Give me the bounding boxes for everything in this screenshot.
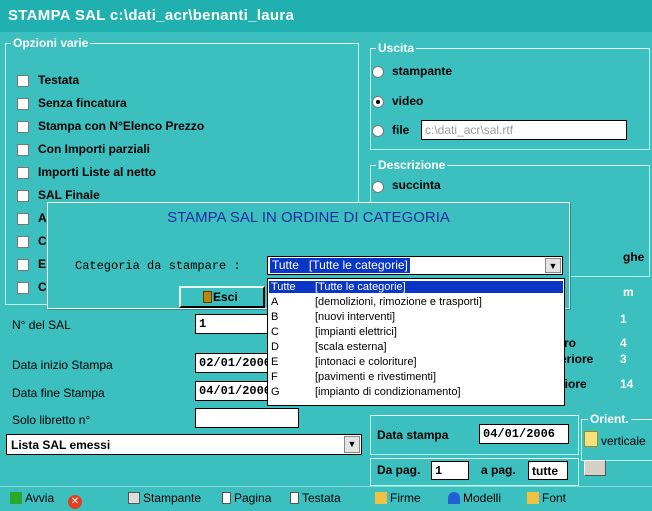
firme-button[interactable]: Firme [375, 491, 421, 507]
radio-file[interactable] [372, 125, 384, 137]
dropdown-item[interactable]: Tutte [Tutte le categorie] [269, 281, 563, 293]
close-icon: ✕ [68, 495, 82, 509]
bottom-toolbar: Avvia ✕ Stampante Pagina Testata Firme M… [0, 486, 652, 511]
lista-sal-label: Lista SAL emessi [11, 438, 111, 452]
page-icon [222, 492, 231, 504]
checkbox-label: Importi Liste al netto [38, 165, 157, 179]
n-sal-input[interactable]: 1 [195, 314, 275, 334]
portrait-icon[interactable] [584, 431, 598, 447]
play-icon [10, 492, 22, 504]
avvia-button[interactable]: Avvia [10, 491, 54, 507]
testata-button[interactable]: Testata [290, 491, 341, 507]
dropdown-item[interactable]: B [nuovi interventi] [269, 311, 563, 323]
modelli-button[interactable]: Modelli [448, 491, 501, 507]
dropdown-item[interactable]: C [impianti elettrici] [269, 326, 563, 338]
radio-stampante[interactable] [372, 66, 384, 78]
data-inizio-input[interactable]: 02/01/2006 [195, 353, 275, 373]
opzioni-title: Opzioni varie [11, 36, 91, 50]
checkbox-sal-finale[interactable] [17, 190, 29, 202]
data-stampa-label: Data stampa [377, 428, 449, 442]
data-fine-label: Data fine Stampa [12, 386, 105, 400]
font-button[interactable]: Font [527, 491, 566, 507]
data-stampa-input[interactable]: 04/01/2006 [479, 424, 569, 444]
margine-value: 14 [620, 377, 634, 391]
margine-value: 4 [620, 336, 627, 350]
pagina-button[interactable]: Pagina [222, 491, 271, 507]
stampante-button[interactable]: Stampante [128, 491, 201, 507]
lista-sal-combo[interactable]: Lista SAL emessi ▼ [6, 434, 362, 455]
orient-title: Orient. [588, 412, 631, 426]
exit-button[interactable]: Esci [179, 286, 265, 308]
da-pag-input[interactable]: 1 [431, 461, 469, 480]
exit-door-icon [203, 291, 212, 303]
checkbox-testata[interactable] [17, 75, 29, 87]
folder-icon [527, 492, 539, 504]
margine-label: eriore [560, 352, 594, 366]
checkbox-importi-netto[interactable] [17, 167, 29, 179]
margine-value: 1 [620, 312, 627, 326]
checkbox-label: Senza fincatura [38, 96, 127, 110]
categoria-selected: Tutte [Tutte le categorie] [270, 258, 410, 273]
checkbox-label: E [38, 257, 47, 271]
checkbox-label: SAL Finale [38, 188, 100, 202]
exit-button-label: Esci [213, 290, 238, 304]
chevron-down-icon[interactable]: ▼ [344, 436, 360, 453]
radio-succinta[interactable] [372, 181, 384, 193]
dropdown-item[interactable]: G [impianto di condizionamento] [269, 386, 563, 398]
signature-icon [375, 492, 387, 504]
orient-verticale-label: verticale [601, 434, 646, 448]
categoria-combo[interactable]: Tutte [Tutte le categorie] ▼ [267, 256, 563, 275]
checkbox-senza-fincatura[interactable] [17, 98, 29, 110]
dropdown-item[interactable]: D [scala esterna] [269, 341, 563, 353]
checkbox-label: Stampa con N°Elenco Prezzo [38, 119, 205, 133]
libretto-input[interactable] [195, 408, 299, 428]
checkbox-elenco-prezzo[interactable] [17, 121, 29, 133]
checkbox-importi-parziali[interactable] [17, 144, 29, 156]
dialog-title: STAMPA SAL IN ORDINE DI CATEGORIA [167, 209, 450, 226]
file-path-input[interactable]: c:\dati_acr\sal.rtf [421, 120, 627, 140]
dropdown-item[interactable]: F [pavimenti e rivestimenti] [269, 371, 563, 383]
checkbox-c[interactable] [17, 236, 29, 248]
checkbox-e[interactable] [17, 259, 29, 271]
checkbox-label: Con Importi parziali [38, 142, 151, 156]
checkbox-label: A [38, 211, 47, 225]
user-icon [448, 492, 460, 504]
categoria-dropdown: Tutte [Tutte le categorie] A [demolizioni,… [267, 278, 565, 406]
margini-partial-title: m [623, 285, 634, 299]
checkbox-c2[interactable] [17, 282, 29, 294]
uscita-title: Uscita [376, 41, 417, 55]
margine-value: 3 [620, 352, 627, 366]
a-pag-input[interactable]: tutte [528, 461, 568, 480]
libretto-label: Solo libretto n° [12, 413, 91, 427]
radio-video[interactable] [372, 96, 384, 108]
descrizione-partial-label: ghe [623, 250, 645, 264]
checkbox-label: Testata [38, 73, 80, 87]
landscape-button[interactable] [584, 460, 606, 476]
printer-icon [128, 492, 140, 504]
radio-label: video [392, 94, 424, 108]
categoria-label: Categoria da stampare : [75, 259, 241, 273]
checkbox-label: C [38, 280, 47, 294]
data-inizio-label: Data inizio Stampa [12, 358, 113, 372]
radio-label: succinta [392, 178, 441, 192]
dropdown-item[interactable]: E [intonaci e coloriture] [269, 356, 563, 368]
chevron-down-icon[interactable]: ▼ [545, 258, 561, 273]
descrizione-title: Descrizione [376, 158, 448, 172]
radio-label: file [392, 123, 410, 137]
n-sal-label: N° del SAL [12, 318, 71, 332]
data-fine-input[interactable]: 04/01/2006 [195, 381, 275, 401]
dropdown-item[interactable]: A [demolizioni, rimozione e trasporti] [269, 296, 563, 308]
checkbox-label: C [38, 234, 47, 248]
radio-label: stampante [392, 64, 453, 78]
a-pag-label: a pag. [481, 463, 516, 477]
cancel-button[interactable]: ✕ [68, 491, 85, 509]
header-icon [290, 492, 299, 504]
checkbox-a[interactable] [17, 213, 29, 225]
window-title: STAMPA SAL c:\dati_acr\benanti_laura [0, 0, 652, 32]
da-pag-label: Da pag. [377, 463, 421, 477]
